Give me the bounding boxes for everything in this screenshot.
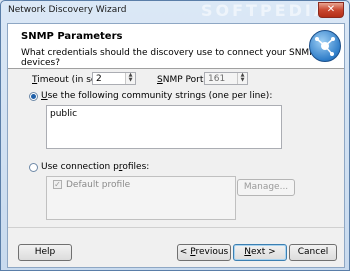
community-strings-value: public [50, 109, 78, 119]
footer-divider [8, 227, 344, 228]
timeout-value: 2 [96, 74, 102, 84]
wizard-window: Network Discovery Wizard SOFTPEDIA ✕ SNM… [0, 0, 350, 271]
close-button[interactable]: ✕ [318, 2, 344, 18]
connection-profiles-label: Use connection profiles: [41, 162, 150, 172]
page-subtitle: What credentials should the discovery us… [21, 48, 315, 68]
page-header: SNMP Parameters What credentials should … [8, 24, 344, 69]
window-title: Network Discovery Wizard [8, 5, 127, 15]
default-profile-label: Default profile [66, 180, 131, 190]
stepper-down-icon[interactable]: ▼ [238, 78, 247, 83]
page-title: SNMP Parameters [21, 31, 123, 42]
previous-button[interactable]: < Previous [177, 244, 231, 261]
snmp-port-value: 161 [208, 74, 226, 84]
connection-profiles-radio[interactable] [29, 163, 38, 172]
snmp-port-label: SNMP Port: [157, 75, 207, 85]
community-strings-label: Use the following community strings (one… [41, 91, 273, 101]
connection-profiles-list[interactable]: ✓ Default profile [46, 176, 236, 220]
community-strings-radio[interactable] [29, 92, 38, 101]
help-button[interactable]: Help [18, 244, 72, 261]
cancel-button[interactable]: Cancel [289, 244, 337, 261]
community-strings-input[interactable]: public [46, 105, 282, 149]
timeout-stepper[interactable]: 2 ▲ ▼ [92, 72, 136, 85]
next-button[interactable]: Next > [233, 244, 287, 261]
default-profile-checkbox[interactable]: ✓ [53, 180, 62, 189]
wizard-page: SNMP Parameters What credentials should … [7, 23, 345, 268]
title-bar: Network Discovery Wizard SOFTPEDIA ✕ [1, 1, 349, 23]
wizard-network-icon [309, 30, 341, 62]
watermark: SOFTPEDIA [201, 1, 330, 20]
manage-profiles-button[interactable]: Manage... [237, 179, 295, 196]
stepper-down-icon[interactable]: ▼ [126, 78, 135, 83]
snmp-port-stepper[interactable]: 161 ▲ ▼ [204, 72, 248, 85]
